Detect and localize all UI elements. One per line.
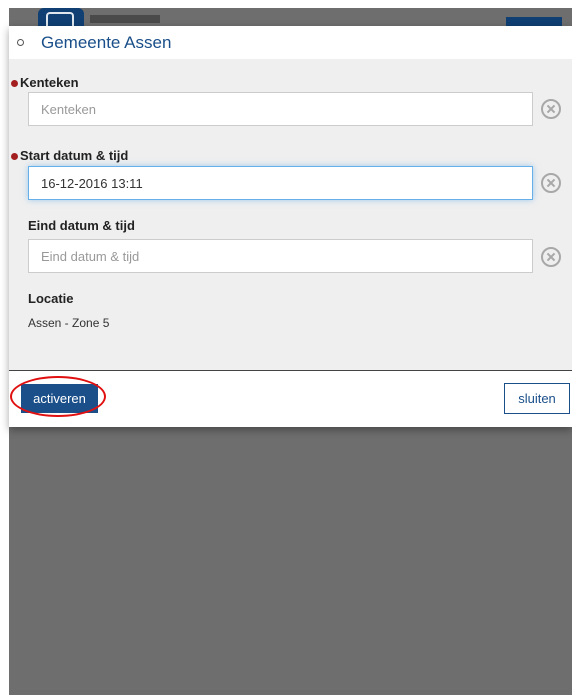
location-label: Locatie [28, 291, 74, 306]
clear-end-datetime-icon[interactable] [541, 247, 561, 267]
end-datetime-input[interactable] [28, 239, 533, 273]
start-datetime-input[interactable] [28, 166, 533, 200]
kenteken-input[interactable] [28, 92, 533, 126]
parking-dialog: Gemeente Assen Kenteken Start datum & ti… [9, 26, 572, 427]
activate-button[interactable]: activeren [21, 384, 98, 413]
close-button[interactable]: sluiten [504, 383, 570, 414]
dialog-title: Gemeente Assen [41, 33, 172, 52]
background-logo [38, 8, 84, 26]
required-indicator [11, 153, 18, 160]
dialog-footer: activeren sluiten [9, 370, 572, 427]
background-text [90, 15, 160, 23]
end-datetime-label: Eind datum & tijd [28, 218, 135, 233]
location-dot-icon [17, 39, 24, 46]
clear-kenteken-icon[interactable] [541, 99, 561, 119]
required-indicator [11, 80, 18, 87]
kenteken-label: Kenteken [20, 75, 79, 90]
start-datetime-label: Start datum & tijd [20, 148, 129, 163]
location-value: Assen - Zone 5 [28, 316, 110, 330]
background-button [506, 17, 562, 26]
clear-start-datetime-icon[interactable] [541, 173, 561, 193]
dialog-header: Gemeente Assen [9, 26, 572, 59]
background-logo-mark [46, 12, 74, 26]
